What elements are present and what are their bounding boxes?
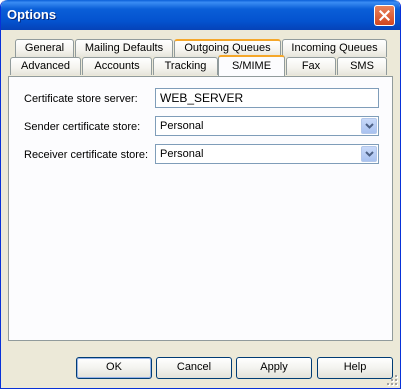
tab-advanced[interactable]: Advanced — [10, 57, 81, 75]
size-grip-icon[interactable] — [387, 375, 398, 386]
receiver-cert-store-label: Receiver certificate store: — [24, 149, 149, 161]
cancel-button[interactable]: Cancel — [156, 357, 232, 379]
tab-incoming-queues[interactable]: Incoming Queues — [282, 39, 387, 57]
tab-mailing-defaults[interactable]: Mailing Defaults — [75, 39, 173, 57]
cert-store-server-input[interactable]: WEB_SERVER — [155, 88, 379, 108]
close-icon — [379, 10, 390, 21]
title-bar[interactable]: Options — [1, 0, 400, 30]
dropdown-arrow-icon — [364, 123, 374, 129]
tab-sms[interactable]: SMS — [337, 57, 387, 75]
tab-smime[interactable]: S/MIME — [218, 55, 285, 76]
tab-tracking[interactable]: Tracking — [153, 57, 218, 75]
sender-cert-store-select[interactable]: Personal — [155, 116, 379, 136]
receiver-cert-store-dropdown-button[interactable] — [361, 146, 377, 162]
tab-accounts[interactable]: Accounts — [82, 57, 152, 75]
dropdown-arrow-icon — [364, 151, 374, 157]
sender-cert-store-label: Sender certificate store: — [24, 121, 141, 133]
tab-general[interactable]: General — [15, 39, 74, 57]
help-button[interactable]: Help — [317, 357, 393, 379]
sender-cert-store-dropdown-button[interactable] — [361, 118, 377, 134]
smime-tab-panel: Certificate store server: WEB_SERVER Sen… — [8, 76, 393, 341]
cert-store-server-label: Certificate store server: — [24, 93, 138, 105]
options-dialog: Options General Mailing Defaults Outgoin… — [0, 0, 401, 389]
apply-button[interactable]: Apply — [236, 357, 312, 379]
receiver-cert-store-value: Personal — [160, 148, 204, 160]
ok-button[interactable]: OK — [76, 357, 152, 379]
sender-cert-store-value: Personal — [160, 120, 204, 132]
receiver-cert-store-select[interactable]: Personal — [155, 144, 379, 164]
tab-fax[interactable]: Fax — [286, 57, 336, 75]
close-button[interactable] — [374, 5, 395, 26]
window-title: Options — [7, 7, 57, 22]
